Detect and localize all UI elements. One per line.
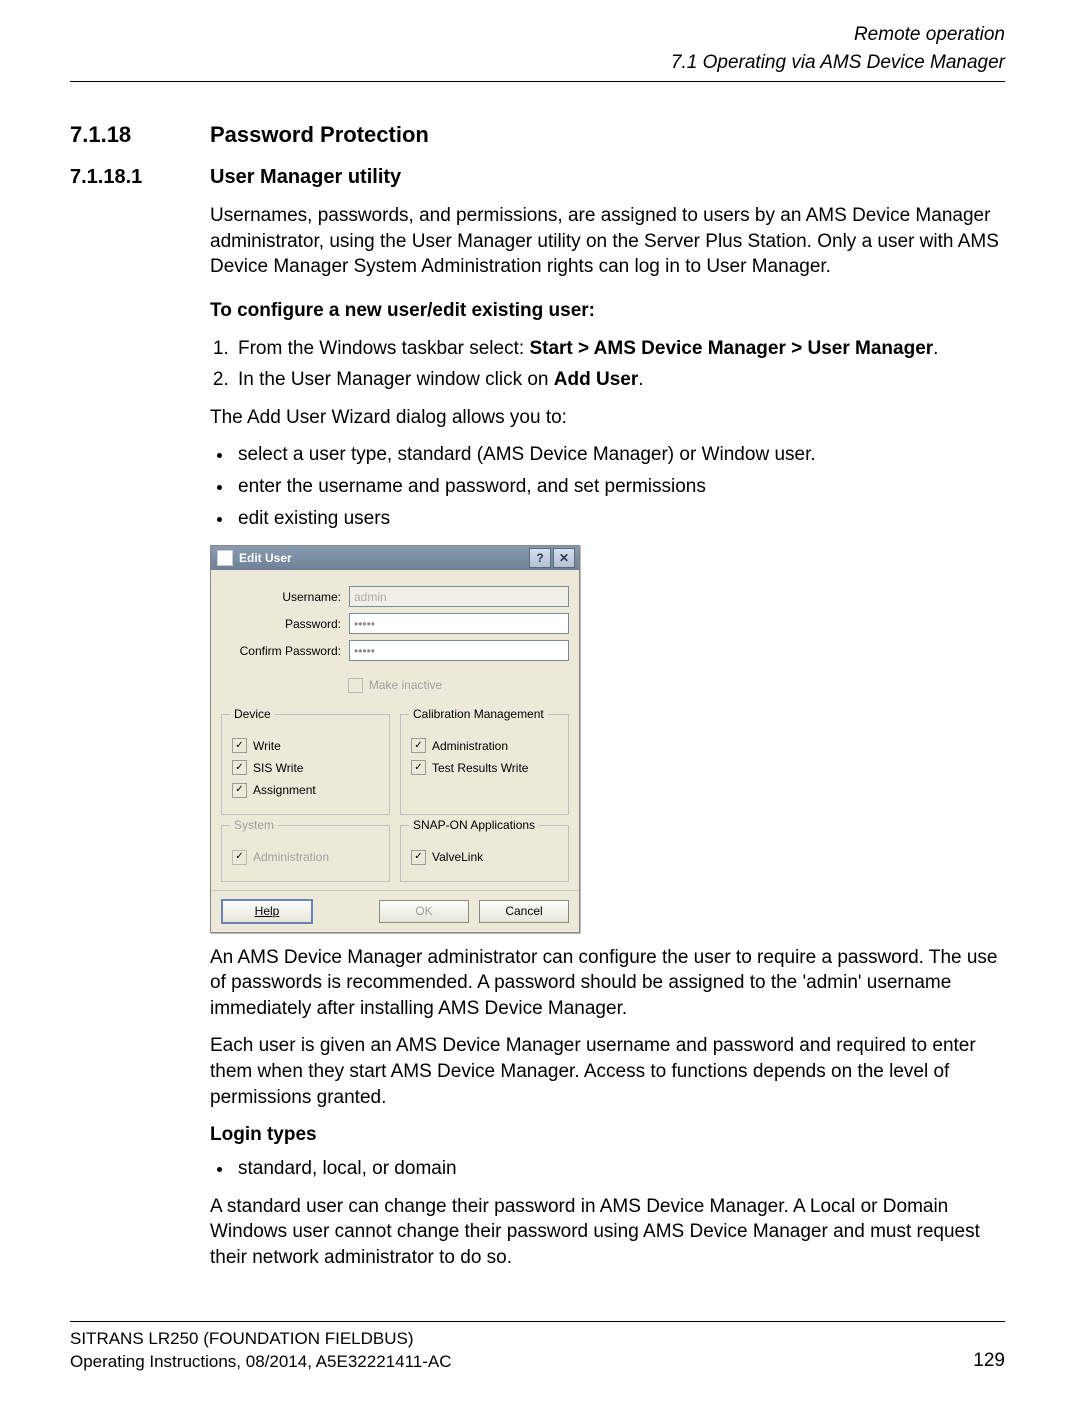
cancel-button[interactable]: Cancel bbox=[479, 900, 569, 922]
edit-user-dialog-figure: Edit User ? ✕ Username: admin Password: … bbox=[210, 545, 1005, 932]
device-siswrite-checkbox[interactable] bbox=[232, 760, 247, 775]
allows-list: select a user type, standard (AMS Device… bbox=[234, 442, 1005, 531]
login-types-item: standard, local, or domain bbox=[234, 1156, 1005, 1182]
header-chapter: Remote operation bbox=[70, 22, 1005, 48]
make-inactive-checkbox[interactable] bbox=[348, 678, 363, 693]
subsection-number: 7.1.18.1 bbox=[70, 164, 210, 191]
make-inactive-row: Make inactive bbox=[221, 677, 569, 693]
after-image-para-2: Each user is given an AMS Device Manager… bbox=[210, 1033, 1005, 1110]
section-heading: 7.1.18 Password Protection bbox=[70, 120, 1005, 150]
dialog-app-icon bbox=[217, 550, 233, 566]
allows-intro: The Add User Wizard dialog allows you to… bbox=[210, 405, 1005, 431]
system-admin-checkbox bbox=[232, 850, 247, 865]
step-1-post: . bbox=[933, 338, 938, 359]
snapon-group: SNAP-ON Applications ValveLink bbox=[400, 825, 569, 882]
allows-item-2: enter the username and password, and set… bbox=[234, 474, 1005, 500]
password-label: Password: bbox=[221, 616, 349, 632]
confirm-password-label: Confirm Password: bbox=[221, 643, 349, 659]
calib-test-option[interactable]: Test Results Write bbox=[411, 760, 558, 776]
snapon-legend: SNAP-ON Applications bbox=[409, 817, 539, 833]
device-write-checkbox[interactable] bbox=[232, 738, 247, 753]
after-image-para-1: An AMS Device Manager administrator can … bbox=[210, 945, 1005, 1022]
allows-item-1: select a user type, standard (AMS Device… bbox=[234, 442, 1005, 468]
ok-button[interactable]: OK bbox=[379, 900, 469, 922]
system-group: System Administration bbox=[221, 825, 390, 882]
page-number: 129 bbox=[973, 1348, 1005, 1374]
step-2: In the User Manager window click on Add … bbox=[234, 367, 1005, 393]
footer-rule bbox=[70, 1321, 1005, 1322]
dialog-body: Username: admin Password: ••••• Confirm … bbox=[211, 570, 579, 890]
subsection-title: User Manager utility bbox=[210, 164, 401, 191]
calib-test-checkbox[interactable] bbox=[411, 760, 426, 775]
edit-user-dialog: Edit User ? ✕ Username: admin Password: … bbox=[210, 545, 580, 932]
footer-product: SITRANS LR250 (FOUNDATION FIELDBUS) bbox=[70, 1328, 452, 1351]
snapon-valvelink-checkbox[interactable] bbox=[411, 850, 426, 865]
device-write-option[interactable]: Write bbox=[232, 738, 379, 754]
login-types-list: standard, local, or domain bbox=[234, 1156, 1005, 1182]
step-2-bold: Add User bbox=[554, 369, 638, 390]
intro-paragraph: Usernames, passwords, and permissions, a… bbox=[210, 203, 1005, 280]
titlebar-close-button[interactable]: ✕ bbox=[553, 548, 575, 568]
device-write-label: Write bbox=[253, 738, 281, 754]
dialog-title-text: Edit User bbox=[239, 550, 527, 566]
password-input[interactable]: ••••• bbox=[349, 613, 569, 634]
device-siswrite-option[interactable]: SIS Write bbox=[232, 760, 379, 776]
device-group: Device Write SIS Write Assignment bbox=[221, 714, 390, 816]
device-assignment-option[interactable]: Assignment bbox=[232, 782, 379, 798]
step-2-pre: In the User Manager window click on bbox=[238, 369, 554, 390]
step-1: From the Windows taskbar select: Start >… bbox=[234, 336, 1005, 362]
step-1-pre: From the Windows taskbar select: bbox=[238, 338, 529, 359]
calib-admin-option[interactable]: Administration bbox=[411, 738, 558, 754]
system-admin-label: Administration bbox=[253, 849, 329, 865]
device-siswrite-label: SIS Write bbox=[253, 760, 303, 776]
device-assignment-checkbox[interactable] bbox=[232, 783, 247, 798]
titlebar-help-button[interactable]: ? bbox=[529, 548, 551, 568]
dialog-titlebar[interactable]: Edit User ? ✕ bbox=[211, 546, 579, 570]
section-title: Password Protection bbox=[210, 120, 429, 150]
confirm-password-input[interactable]: ••••• bbox=[349, 640, 569, 661]
snapon-valvelink-label: ValveLink bbox=[432, 849, 483, 865]
username-label: Username: bbox=[221, 589, 349, 605]
subsection-heading: 7.1.18.1 User Manager utility bbox=[70, 164, 1005, 191]
dialog-footer: Help OK Cancel bbox=[211, 890, 579, 931]
system-admin-option: Administration bbox=[232, 849, 379, 865]
configure-steps: From the Windows taskbar select: Start >… bbox=[234, 336, 1005, 393]
device-assignment-label: Assignment bbox=[253, 782, 316, 798]
step-1-bold: Start > AMS Device Manager > User Manage… bbox=[529, 338, 933, 359]
login-types-para: A standard user can change their passwor… bbox=[210, 1194, 1005, 1271]
header-rule bbox=[70, 81, 1005, 82]
username-input[interactable]: admin bbox=[349, 586, 569, 607]
login-types-heading: Login types bbox=[210, 1122, 1005, 1148]
device-legend: Device bbox=[230, 706, 275, 722]
allows-item-3: edit existing users bbox=[234, 506, 1005, 532]
help-button[interactable]: Help bbox=[221, 899, 313, 923]
calib-admin-checkbox[interactable] bbox=[411, 738, 426, 753]
page-footer: SITRANS LR250 (FOUNDATION FIELDBUS) Oper… bbox=[70, 1321, 1005, 1374]
section-number: 7.1.18 bbox=[70, 120, 210, 150]
calibration-group: Calibration Management Administration Te… bbox=[400, 714, 569, 816]
header-section: 7.1 Operating via AMS Device Manager bbox=[70, 50, 1005, 76]
configure-heading: To configure a new user/edit existing us… bbox=[210, 298, 1005, 324]
footer-docinfo: Operating Instructions, 08/2014, A5E3222… bbox=[70, 1351, 452, 1374]
make-inactive-label: Make inactive bbox=[369, 677, 442, 693]
calibration-legend: Calibration Management bbox=[409, 706, 548, 722]
system-legend: System bbox=[230, 817, 278, 833]
calib-test-label: Test Results Write bbox=[432, 760, 528, 776]
step-2-post: . bbox=[638, 369, 643, 390]
snapon-valvelink-option[interactable]: ValveLink bbox=[411, 849, 558, 865]
calib-admin-label: Administration bbox=[432, 738, 508, 754]
